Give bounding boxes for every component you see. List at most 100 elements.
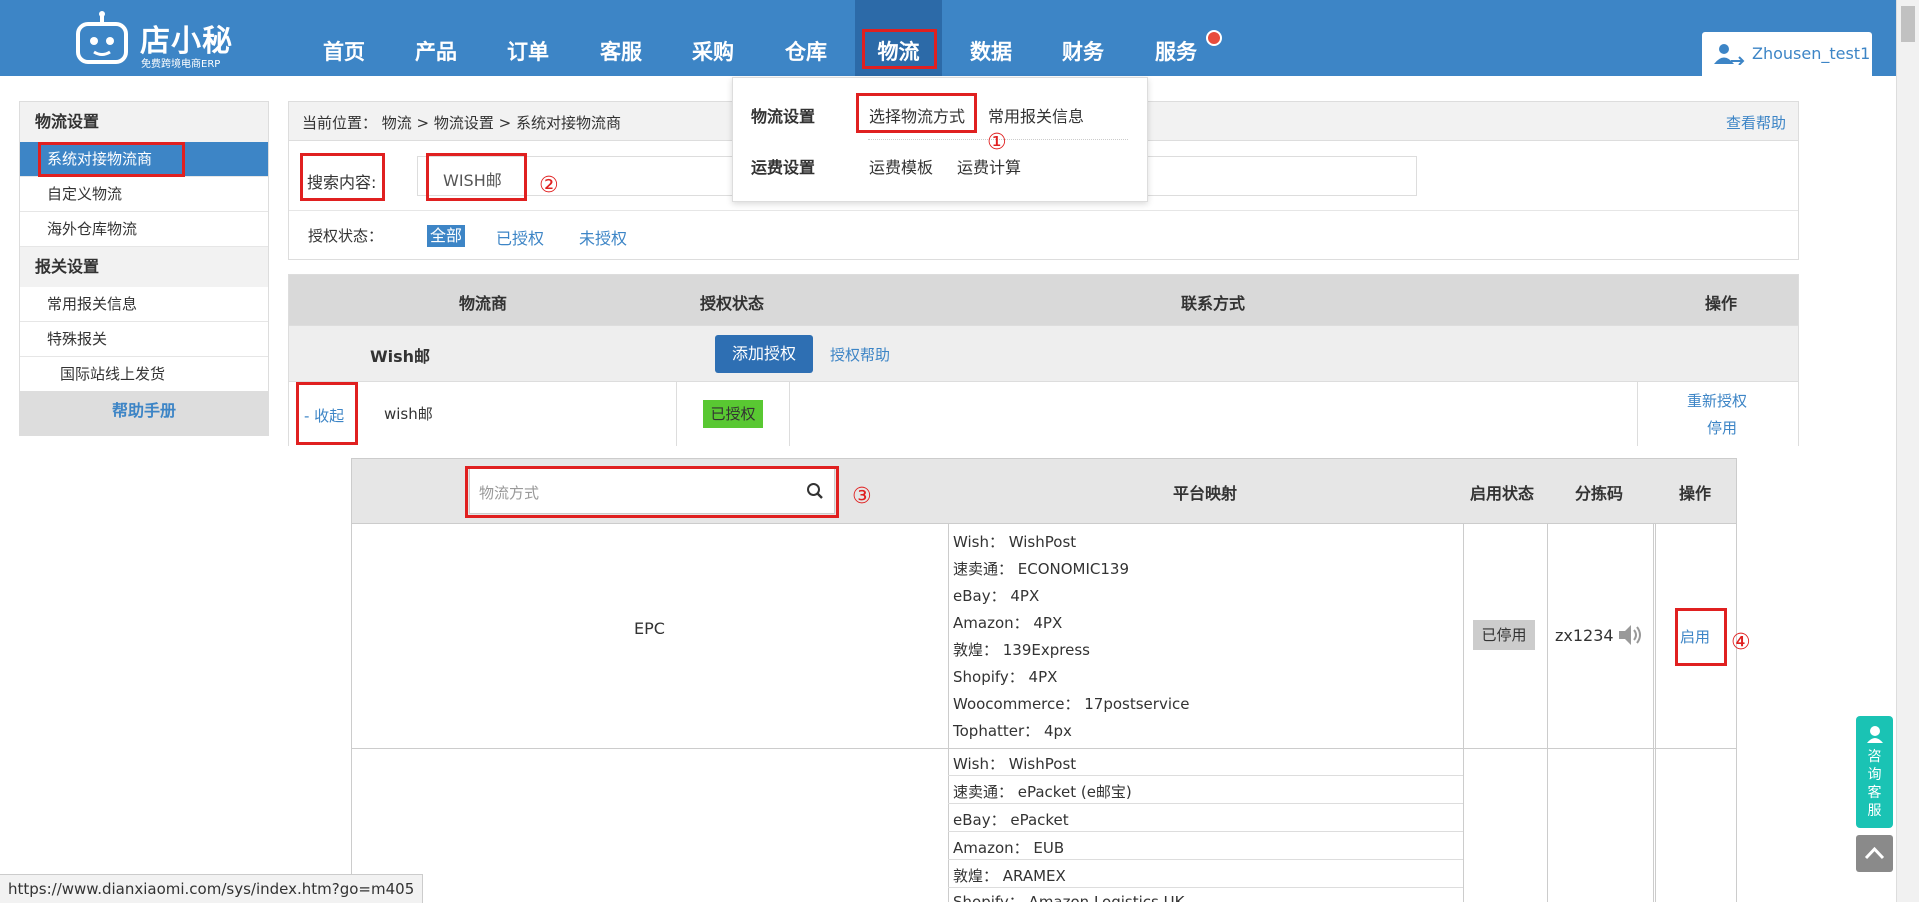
sort-code: zx1234 <box>1555 626 1614 645</box>
platform-mapping: 敦煌： ARAMEX <box>953 867 1066 885</box>
annotation-number-2: ② <box>539 173 559 198</box>
divider <box>1463 523 1464 902</box>
sidebar-item-custom-logistics[interactable]: 自定义物流 <box>20 177 268 212</box>
nav-finance[interactable]: 财务 <box>1053 22 1113 82</box>
divider <box>1655 523 1656 902</box>
platform-mapping: 速卖通： ECONOMIC139 <box>953 560 1130 578</box>
dropdown-title-logistics-settings: 物流设置 <box>751 107 816 126</box>
auth-status-label: 授权状态： <box>308 227 384 245</box>
sidebar-group-customs-settings: 报关设置 <box>20 247 268 287</box>
platform-mapping: eBay： ePacket <box>953 811 1069 829</box>
col-method-action: 操作 <box>1679 484 1712 503</box>
provider-table-header: 物流商 授权状态 联系方式 操作 <box>289 275 1798 325</box>
sidebar-item-overseas-warehouse[interactable]: 海外仓库物流 <box>20 212 268 247</box>
annotation-box-enable <box>1675 608 1727 666</box>
col-sort-code: 分拣码 <box>1575 484 1624 503</box>
annotation-box-search-value <box>426 153 527 201</box>
col-contact: 联系方式 <box>1181 294 1246 313</box>
auth-filter-authorized[interactable]: 已授权 <box>496 225 544 249</box>
annotation-number-1: ① <box>987 130 1007 155</box>
divider <box>1637 382 1638 446</box>
top-nav-bar: 店小秘 免费跨境电商ERP 首页 产品 订单 客服 采购 仓库 物流 数据 财务… <box>0 0 1896 76</box>
annotation-box-collapse <box>296 382 358 445</box>
provider-group-name: Wish邮 <box>370 347 431 366</box>
annotation-number-4: ④ <box>1731 630 1751 655</box>
col-carrier: 物流商 <box>459 294 508 313</box>
authorization-help-link[interactable]: 授权帮助 <box>830 344 890 365</box>
annotation-box-system-carriers <box>38 142 185 177</box>
nav-customer-service[interactable]: 客服 <box>591 22 651 82</box>
divider <box>1653 523 1654 902</box>
disable-link[interactable]: 停用 <box>1707 417 1737 438</box>
speaker-icon[interactable] <box>1617 623 1643 647</box>
annotation-box-select-method <box>856 93 977 133</box>
scrollbar-thumb[interactable] <box>1901 6 1915 42</box>
status-badge-stopped: 已停用 <box>1473 620 1535 650</box>
platform-mapping: Amazon： 4PX <box>953 614 1063 632</box>
col-platform-mapping: 平台映射 <box>1173 484 1238 503</box>
annotation-number-3: ③ <box>852 484 872 509</box>
dropdown-title-freight-settings: 运费设置 <box>751 158 816 177</box>
divider <box>789 382 790 446</box>
dropdown-link-customs-info[interactable]: 常用报关信息 <box>988 103 1084 127</box>
consult-service-button[interactable]: 咨询客服 <box>1856 716 1893 828</box>
platform-mapping: eBay： 4PX <box>953 587 1040 605</box>
dropdown-row-freight: 运费设置 运费模板 运费计算 <box>733 128 1147 178</box>
divider <box>1547 523 1548 902</box>
provider-table: 物流商 授权状态 联系方式 操作 Wish邮 添加授权 授权帮助 - 收起 wi… <box>288 274 1799 446</box>
platform-mapping: Woocommerce： 17postservice <box>953 695 1190 713</box>
auth-filter-all[interactable]: 全部 <box>427 225 466 247</box>
col-auth-status: 授权状态 <box>700 294 765 313</box>
consult-service-label: 咨询客服 <box>1867 749 1882 819</box>
back-to-top-button[interactable] <box>1856 835 1893 872</box>
logo-tagline: 免费跨境电商ERP <box>141 59 221 70</box>
nav-products[interactable]: 产品 <box>406 22 466 82</box>
col-enable-status: 启用状态 <box>1470 484 1535 503</box>
platform-mapping: Wish： WishPost <box>953 533 1077 551</box>
provider-row: - 收起 wish邮 已授权 重新授权 停用 <box>289 381 1798 446</box>
robot-logo-icon <box>76 11 128 64</box>
view-help-link[interactable]: 查看帮助 <box>1726 112 1786 133</box>
annotation-box-nav-logistics <box>862 29 937 69</box>
provider-group-row: Wish邮 添加授权 授权帮助 <box>289 325 1798 382</box>
divider <box>289 210 1798 211</box>
nav-data[interactable]: 数据 <box>961 22 1021 82</box>
method-name: EPC <box>634 619 665 638</box>
chevron-up-icon <box>1864 846 1885 860</box>
platform-mapping: Tophatter： 4px <box>953 722 1072 740</box>
shipping-method-table: 物流方式 平台映射 启用状态 分拣码 操作 EPC Wish： WishPost… <box>351 458 1737 902</box>
annotation-box-search-label <box>300 153 385 201</box>
logo-name: 店小秘 <box>140 24 233 59</box>
platform-mapping: 敦煌： 139Express <box>953 641 1090 659</box>
auth-filter-unauthorized[interactable]: 未授权 <box>579 225 627 249</box>
breadcrumb: 当前位置： 物流 > 物流设置 > 系统对接物流商 <box>302 114 621 132</box>
platform-mapping: Shopify： 4PX <box>953 668 1058 686</box>
nav-orders[interactable]: 订单 <box>498 22 558 82</box>
reauthorize-link[interactable]: 重新授权 <box>1687 390 1747 411</box>
sidebar-item-customs-info[interactable]: 常用报关信息 <box>20 287 268 322</box>
provider-account-name: wish邮 <box>384 405 433 423</box>
nav-services[interactable]: 服务 <box>1146 22 1206 82</box>
nav-warehouse[interactable]: 仓库 <box>776 22 836 82</box>
user-icon <box>1714 44 1745 65</box>
status-bar-url: https://www.dianxiaomi.com/sys/index.htm… <box>0 874 424 903</box>
sidebar-group-logistics-settings: 物流设置 <box>20 102 268 142</box>
help-manual-button[interactable]: 帮助手册 <box>20 391 268 435</box>
page-scrollbar[interactable] <box>1896 0 1919 902</box>
user-menu[interactable]: Zhousen_test1 <box>1702 32 1872 76</box>
platform-mapping: Shopify： Amazon Logistics UK <box>953 893 1185 902</box>
col-action: 操作 <box>1705 294 1738 313</box>
nav-purchasing[interactable]: 采购 <box>683 22 743 82</box>
nav-home[interactable]: 首页 <box>314 22 374 82</box>
divider <box>676 382 677 446</box>
user-name: Zhousen_test1 <box>1752 44 1871 63</box>
headset-icon <box>1867 726 1883 743</box>
sidebar-item-intl-online-shipping[interactable]: 国际站线上发货 <box>20 357 268 392</box>
dropdown-link-freight-template[interactable]: 运费模板 <box>869 154 933 178</box>
add-authorization-button[interactable]: 添加授权 <box>715 335 813 373</box>
notification-dot <box>1206 30 1222 46</box>
sidebar-item-special-customs[interactable]: 特殊报关 <box>20 322 268 357</box>
authorized-badge: 已授权 <box>703 400 763 428</box>
dropdown-link-freight-calc[interactable]: 运费计算 <box>957 154 1021 178</box>
platform-mapping: 速卖通： ePacket (e邮宝) <box>953 783 1132 801</box>
